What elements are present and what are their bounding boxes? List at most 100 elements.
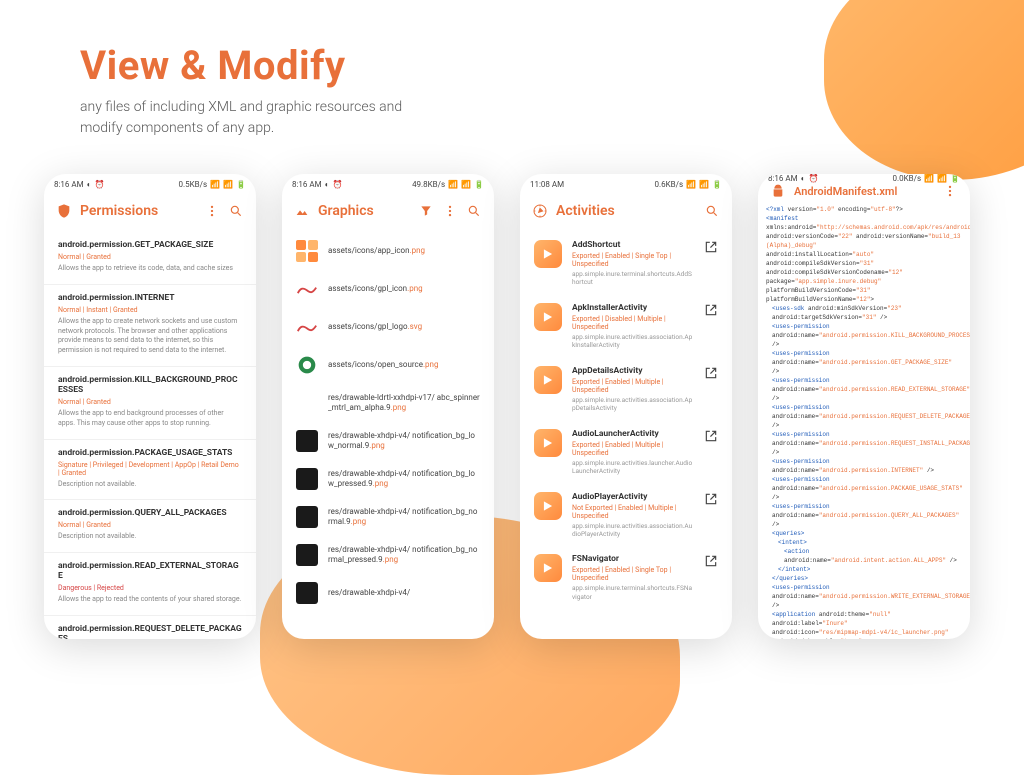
graphics-item[interactable]: assets/icons/app_icon.png: [282, 232, 494, 270]
activity-path: app.simple.inure.terminal.shortcuts.FSNa…: [572, 584, 694, 601]
activity-flags: Exported | Enabled | Single Top | Unspec…: [572, 252, 694, 268]
graphics-item[interactable]: res/drawable-xhdpi-v4/: [282, 574, 494, 612]
activity-icon: [534, 554, 562, 582]
graphics-thumb: [296, 278, 318, 300]
graphics-filename: res/drawable-xhdpi-v4/ notification_bg_n…: [328, 545, 480, 566]
graphics-item[interactable]: res/drawable-xhdpi-v4/ notification_bg_l…: [282, 460, 494, 498]
launch-icon[interactable]: [704, 492, 718, 506]
decorative-blob-top: [824, 0, 1024, 180]
activity-item[interactable]: AudioPlayerActivity Not Exported | Enabl…: [520, 484, 732, 547]
status-net: 49.8KB/s: [412, 180, 445, 189]
activity-item[interactable]: AudioLauncherActivity Exported | Enabled…: [520, 421, 732, 484]
permission-item[interactable]: android.permission.INTERNET Normal | Ins…: [44, 285, 256, 367]
graphics-item[interactable]: res/drawable-xhdpi-v4/ notification_bg_l…: [282, 422, 494, 460]
compass-icon: [532, 203, 548, 219]
search-icon[interactable]: [466, 203, 482, 219]
manifest-xml-view[interactable]: <?xml version="1.0" encoding="utf-8"?> <…: [758, 199, 970, 639]
activity-path: app.simple.inure.terminal.shortcuts.AddS…: [572, 270, 694, 287]
app-bar: Graphics: [282, 194, 494, 228]
graphics-item[interactable]: res/drawable-ldrtl-xxhdpi-v17/ abc_spinn…: [282, 384, 494, 422]
screen-title: Activities: [556, 203, 696, 219]
permission-flags: Normal | Granted: [58, 521, 242, 529]
activity-item[interactable]: ApkInstallerActivity Exported | Disabled…: [520, 295, 732, 358]
battery-icon: 🔋: [950, 174, 960, 183]
permission-name: android.permission.READ_EXTERNAL_STORAGE: [58, 561, 242, 581]
screen-title: Permissions: [80, 203, 196, 219]
permissions-list[interactable]: android.permission.GET_PACKAGE_SIZE Norm…: [44, 228, 256, 639]
launch-icon[interactable]: [704, 303, 718, 317]
graphics-thumb: [296, 582, 318, 604]
phone-graphics: 8:16 AM ◐ ⏰ 49.8KB/s 📶 📶 🔋 Graphics: [282, 174, 494, 639]
permission-item[interactable]: android.permission.KILL_BACKGROUND_PROCE…: [44, 367, 256, 440]
permission-flags: Normal | Granted: [58, 398, 242, 406]
graphics-item[interactable]: res/drawable-xhdpi-v4/ notification_bg_n…: [282, 536, 494, 574]
activity-icon: [534, 492, 562, 520]
image-icon: [294, 203, 310, 219]
app-bar: AndroidManifest.xml: [758, 183, 970, 199]
activity-flags: Not Exported | Enabled | Multiple | Unsp…: [572, 504, 694, 520]
graphics-item[interactable]: assets/icons/open_source.png: [282, 346, 494, 384]
launch-icon[interactable]: [704, 429, 718, 443]
activity-icon: [534, 303, 562, 331]
activity-item[interactable]: AppDetailsActivity Exported | Enabled | …: [520, 358, 732, 421]
status-time: 8:16 AM: [768, 174, 798, 183]
permission-flags: Normal | Granted: [58, 253, 242, 261]
permission-flags: Signature | Privileged | Development | A…: [58, 461, 242, 477]
more-icon[interactable]: [942, 183, 958, 199]
graphics-filename: res/drawable-xhdpi-v4/: [328, 588, 410, 598]
alarm-icon: ⏰: [808, 174, 818, 183]
launch-icon[interactable]: [704, 240, 718, 254]
launch-icon[interactable]: [704, 366, 718, 380]
permission-desc: Description not available.: [58, 480, 242, 490]
graphics-thumb: [296, 392, 318, 414]
app-bar: Activities: [520, 194, 732, 228]
permission-item[interactable]: android.permission.PACKAGE_USAGE_STATS S…: [44, 440, 256, 501]
graphics-item[interactable]: assets/icons/gpl_logo.svg: [282, 308, 494, 346]
phone-permissions: 8:16 AM ◐ ⏰ 0.5KB/s 📶 📶 🔋 Permissions: [44, 174, 256, 639]
permission-name: android.permission.QUERY_ALL_PACKAGES: [58, 508, 242, 518]
graphics-list[interactable]: assets/icons/app_icon.png assets/icons/g…: [282, 228, 494, 639]
graphics-filename: assets/icons/app_icon.png: [328, 246, 425, 256]
activity-flags: Exported | Disabled | Multiple | Unspeci…: [572, 315, 694, 331]
activity-item[interactable]: AddShortcut Exported | Enabled | Single …: [520, 232, 732, 295]
activity-item[interactable]: FSNavigator Exported | Enabled | Single …: [520, 546, 732, 609]
activity-path: app.simple.inure.activities.launcher.Aud…: [572, 459, 694, 476]
signal-icon: 📶: [210, 180, 220, 189]
permission-name: android.permission.REQUEST_DELETE_PACKAG…: [58, 624, 242, 639]
graphics-item[interactable]: res/drawable-xhdpi-v4/ notification_bg_n…: [282, 498, 494, 536]
signal-icon: 📶: [924, 174, 934, 183]
graphics-filename: res/drawable-xhdpi-v4/ notification_bg_l…: [328, 431, 480, 452]
permission-item[interactable]: android.permission.REQUEST_DELETE_PACKAG…: [44, 616, 256, 639]
filter-icon[interactable]: [418, 203, 434, 219]
graphics-thumb: [296, 354, 318, 376]
status-bar: 11:08 AM 0.6KB/s 📶 📶 🔋: [520, 174, 732, 194]
activity-name: AddShortcut: [572, 240, 694, 250]
permission-item[interactable]: android.permission.GET_PACKAGE_SIZE Norm…: [44, 232, 256, 285]
status-bar: 8:16 AM ◐ ⏰ 49.8KB/s 📶 📶 🔋: [282, 174, 494, 194]
battery-icon: 🔋: [712, 180, 722, 189]
permission-desc: Allows the app to read the contents of y…: [58, 595, 242, 605]
activity-name: AudioLauncherActivity: [572, 429, 694, 439]
permission-item[interactable]: android.permission.QUERY_ALL_PACKAGES No…: [44, 500, 256, 553]
graphics-item[interactable]: assets/icons/gpl_icon.png: [282, 270, 494, 308]
battery-icon: 🔋: [236, 180, 246, 189]
signal-icon: 📶: [686, 180, 696, 189]
more-icon[interactable]: [204, 203, 220, 219]
status-net: 0.0KB/s: [893, 174, 922, 183]
search-icon[interactable]: [228, 203, 244, 219]
permission-name: android.permission.PACKAGE_USAGE_STATS: [58, 448, 242, 458]
phone-activities: 11:08 AM 0.6KB/s 📶 📶 🔋 Activities AddSho…: [520, 174, 732, 639]
launch-icon[interactable]: [704, 554, 718, 568]
activity-flags: Exported | Enabled | Multiple | Unspecif…: [572, 441, 694, 457]
permission-item[interactable]: android.permission.READ_EXTERNAL_STORAGE…: [44, 553, 256, 616]
dnd-icon: ◐: [87, 180, 92, 189]
graphics-filename: res/drawable-xhdpi-v4/ notification_bg_l…: [328, 469, 480, 490]
activities-list[interactable]: AddShortcut Exported | Enabled | Single …: [520, 228, 732, 639]
wifi-icon: 📶: [461, 180, 471, 189]
page-title: View & Modify: [80, 42, 402, 89]
graphics-filename: assets/icons/open_source.png: [328, 360, 438, 370]
search-icon[interactable]: [704, 203, 720, 219]
signal-icon: 📶: [699, 180, 709, 189]
more-icon[interactable]: [442, 203, 458, 219]
activity-icon: [534, 429, 562, 457]
